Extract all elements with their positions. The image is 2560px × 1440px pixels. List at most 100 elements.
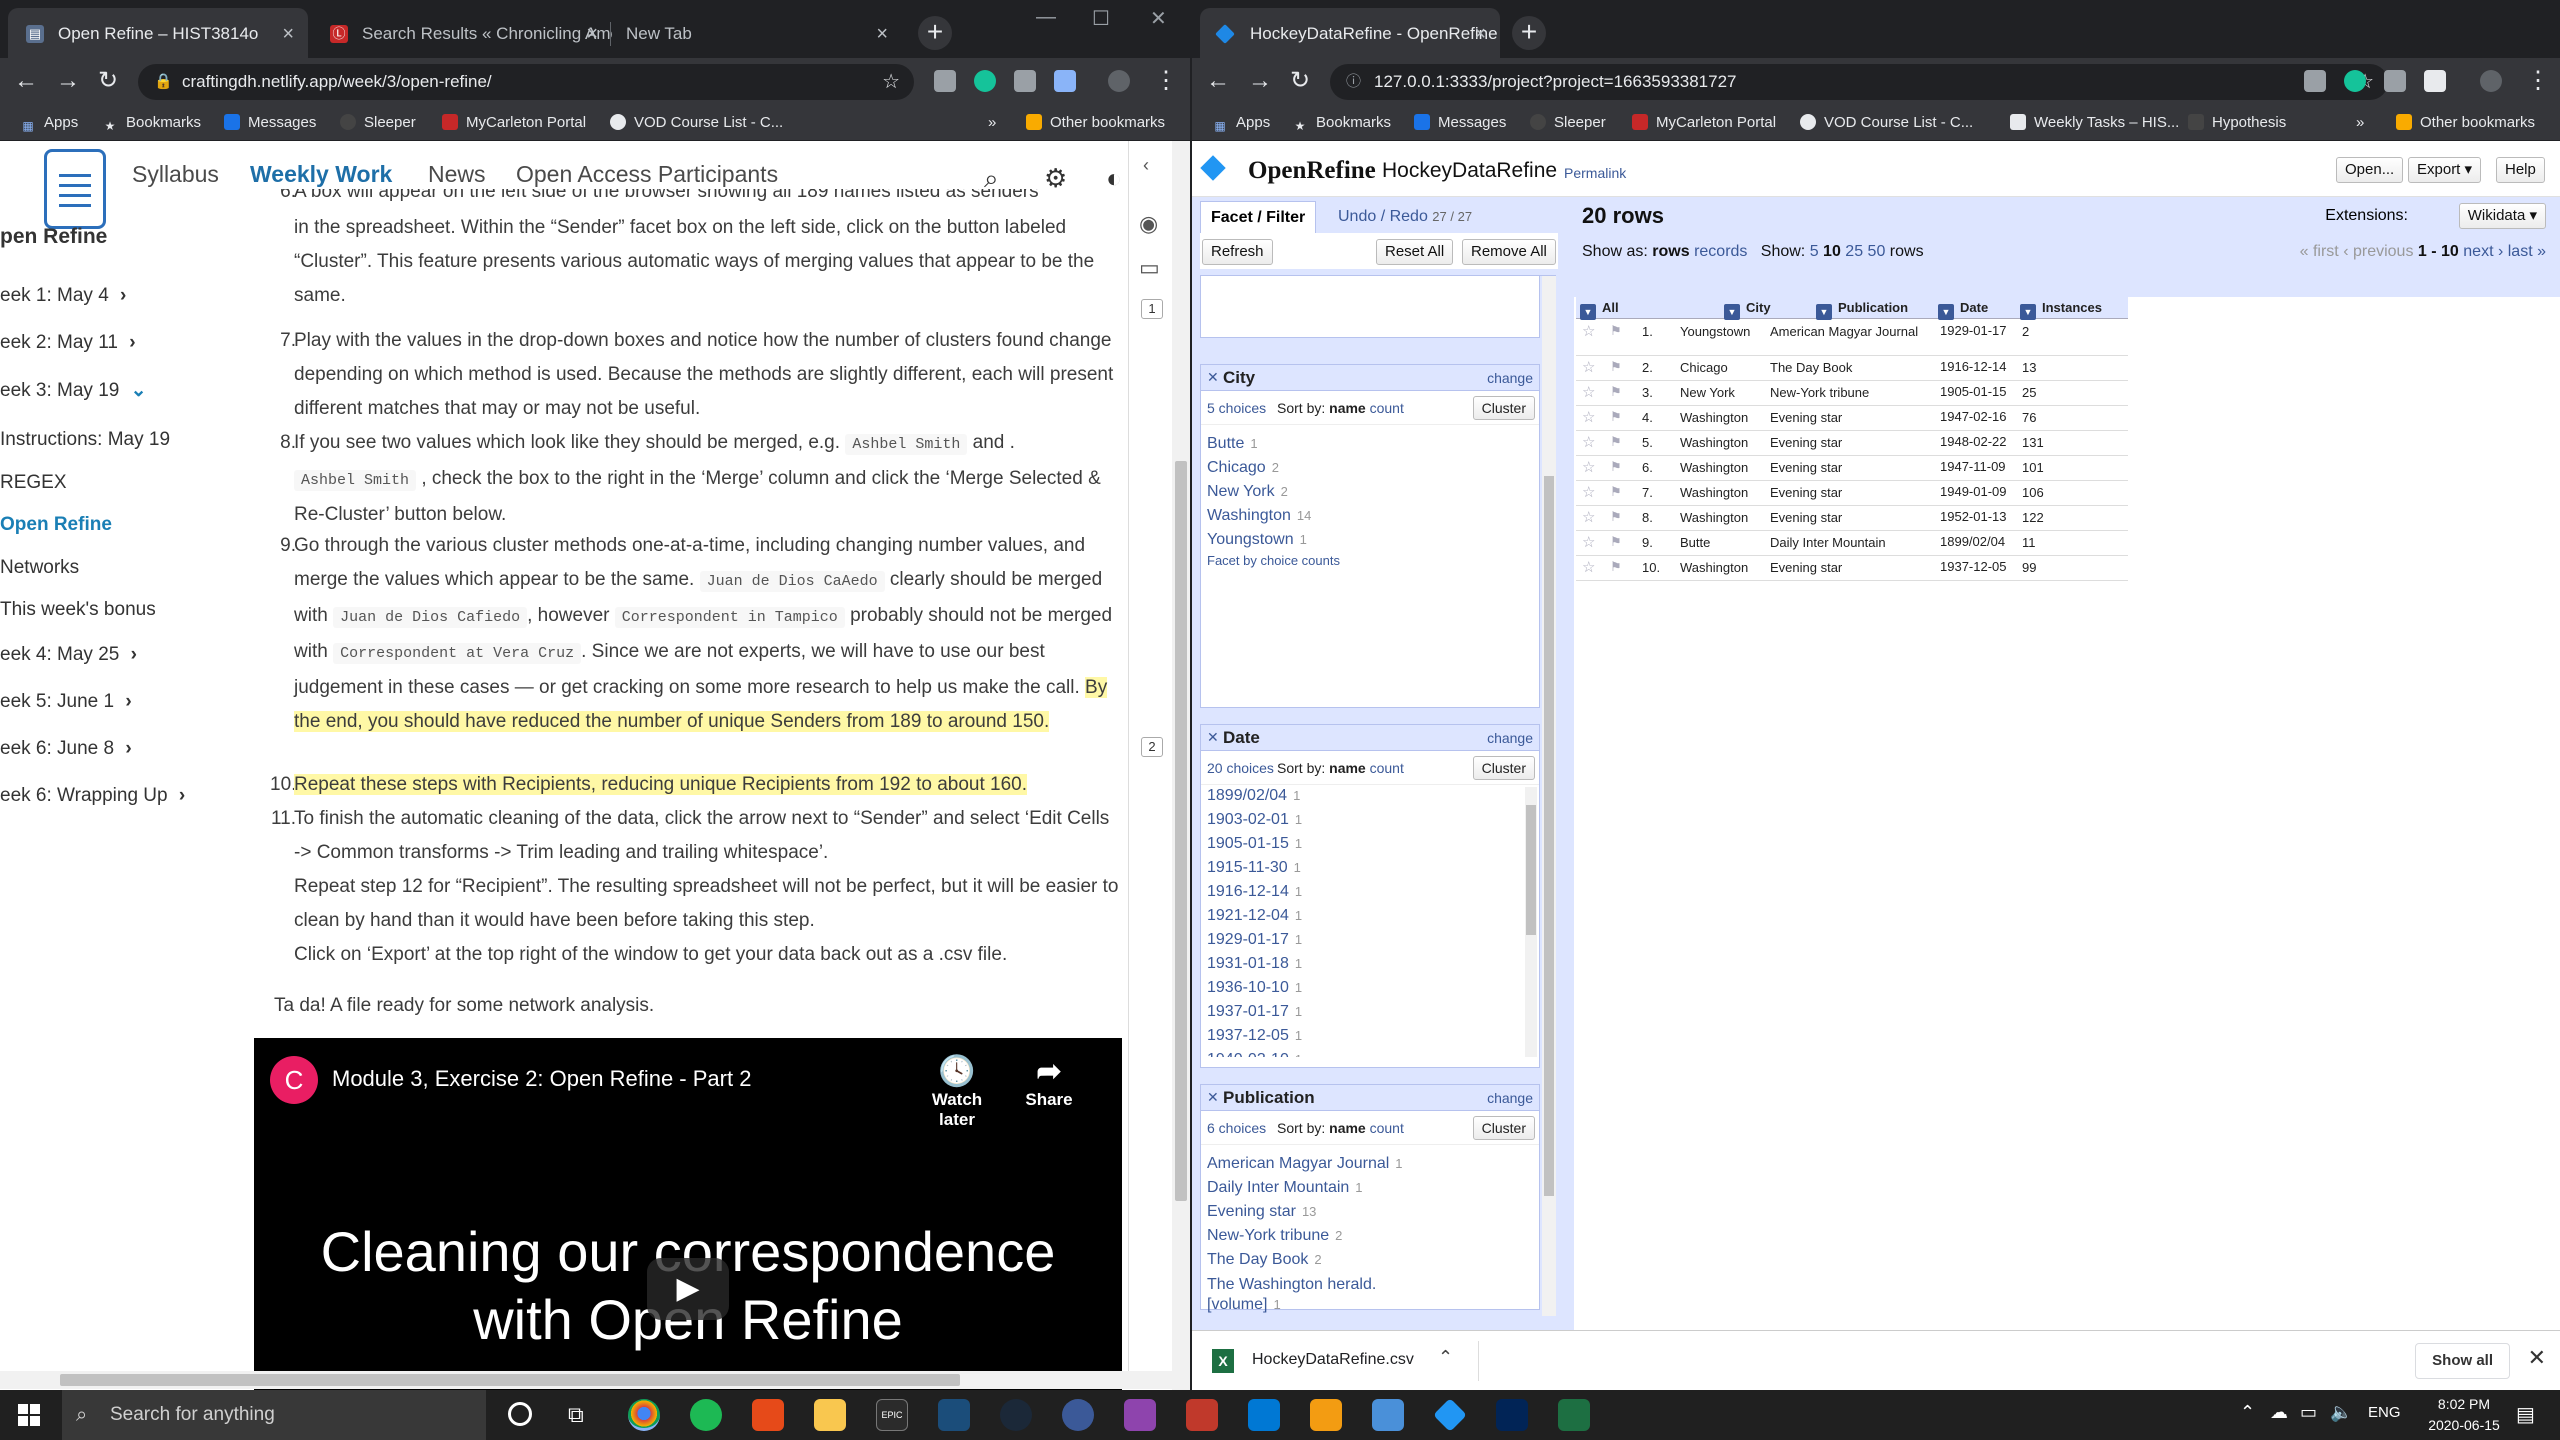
sort-by-count[interactable]: count bbox=[1370, 760, 1404, 776]
nav-open-access[interactable]: Open Access Participants bbox=[516, 161, 778, 188]
remove-facet-icon[interactable]: ✕ bbox=[1207, 1089, 1219, 1106]
star-row-icon[interactable]: ☆ bbox=[1582, 433, 1595, 451]
sidebar-item-open-refine[interactable]: Open Refine bbox=[0, 514, 112, 536]
wikidata-menu-button[interactable]: Wikidata ▾ bbox=[2458, 203, 2546, 229]
tab-open-refine[interactable]: ▤ Open Refine – HIST3814o × bbox=[8, 8, 308, 58]
flag-row-icon[interactable]: ⚑ bbox=[1610, 323, 1622, 339]
sidebar-item-week2[interactable]: eek 2: May 11 bbox=[0, 332, 136, 354]
star-row-icon[interactable]: ☆ bbox=[1582, 458, 1595, 476]
star-row-icon[interactable]: ☆ bbox=[1582, 508, 1595, 526]
chevron-up-icon[interactable]: ⌃ bbox=[1438, 1347, 1453, 1368]
minimize-icon[interactable]: — bbox=[1036, 6, 1056, 29]
star-row-icon[interactable]: ☆ bbox=[1582, 483, 1595, 501]
table-cell[interactable]: Evening star bbox=[1770, 410, 1936, 425]
show-all-button[interactable]: Show all bbox=[2415, 1343, 2510, 1379]
sort-by-name[interactable]: name bbox=[1329, 400, 1366, 416]
bookmark-weekly-tasks[interactable]: Weekly Tasks – HIS... bbox=[2010, 105, 2179, 141]
back-icon[interactable]: ← bbox=[10, 66, 42, 98]
page-size-10[interactable]: 10 bbox=[1823, 243, 1841, 260]
column-header[interactable]: ▼ Instances bbox=[2020, 300, 2102, 320]
reload-icon[interactable]: ↻ bbox=[92, 66, 124, 98]
sidebar-item-week1[interactable]: eek 1: May 4 bbox=[0, 285, 126, 307]
close-icon[interactable]: ✕ bbox=[2528, 1345, 2546, 1371]
annotation-count-badge[interactable]: 1 bbox=[1141, 299, 1163, 319]
table-cell[interactable]: Chicago bbox=[1680, 360, 1766, 375]
last-page-link[interactable]: last » bbox=[2508, 243, 2546, 260]
table-row[interactable]: ☆ ⚑ 7. Washington Evening star 1949-01-09 106 bbox=[1576, 481, 2128, 506]
taskbar-search[interactable]: ⌕ Search for anything bbox=[62, 1390, 486, 1440]
table-row[interactable]: ☆ ⚑ 8. Washington Evening star 1952-01-13 122 bbox=[1576, 506, 2128, 531]
table-cell[interactable]: Washington bbox=[1680, 510, 1766, 525]
table-row[interactable]: ☆ ⚑ 1. Youngstown American Magyar Journal 192… bbox=[1576, 320, 2128, 356]
table-cell[interactable]: 1929-01-17 bbox=[1940, 324, 2018, 338]
scrollbar-thumb[interactable] bbox=[1526, 805, 1536, 935]
table-cell[interactable]: 122 bbox=[2022, 510, 2122, 525]
facet-choice[interactable]: 1899/02/04 1 bbox=[1207, 787, 1300, 805]
scrollbar-thumb[interactable] bbox=[1544, 476, 1554, 1196]
sidebar-item-week3[interactable]: eek 3: May 19 bbox=[0, 379, 147, 402]
mail-icon[interactable] bbox=[1248, 1399, 1280, 1431]
powershell-icon[interactable] bbox=[1496, 1399, 1528, 1431]
bookmark-bookmarks[interactable]: ★ Bookmarks bbox=[1292, 105, 1391, 141]
export-button[interactable]: Export ▾ bbox=[2408, 157, 2482, 183]
flag-row-icon[interactable]: ⚑ bbox=[1610, 384, 1622, 400]
file-explorer-icon[interactable] bbox=[814, 1399, 846, 1431]
show-as-records[interactable]: records bbox=[1694, 243, 1747, 260]
table-cell[interactable]: 76 bbox=[2022, 410, 2122, 425]
change-link[interactable]: change bbox=[1487, 730, 1533, 746]
brand[interactable]: OpenRefine bbox=[1248, 157, 1376, 185]
facet-choice[interactable]: 1929-01-17 1 bbox=[1207, 931, 1302, 949]
facet-choice[interactable]: New York 2 bbox=[1207, 483, 1288, 501]
facet-choice[interactable]: The Day Book 2 bbox=[1207, 1251, 1322, 1269]
tab-facet-filter[interactable]: Facet / Filter bbox=[1200, 201, 1317, 233]
grammarly-icon[interactable] bbox=[974, 70, 996, 92]
watch-later-button[interactable]: 🕓 Watch later bbox=[912, 1054, 1002, 1130]
video-title[interactable]: Module 3, Exercise 2: Open Refine - Part… bbox=[332, 1066, 751, 1092]
change-link[interactable]: change bbox=[1487, 1090, 1533, 1106]
profile-avatar[interactable] bbox=[1108, 70, 1130, 92]
volume-icon[interactable]: 🔈 bbox=[2330, 1402, 2352, 1423]
facet-choice[interactable]: 1903-02-01 1 bbox=[1207, 811, 1302, 829]
new-tab-button[interactable]: + bbox=[1512, 16, 1546, 50]
network-icon[interactable]: ▭ bbox=[2300, 1402, 2317, 1423]
bookmark-other[interactable]: Other bookmarks bbox=[1026, 105, 1165, 141]
nav-syllabus[interactable]: Syllabus bbox=[132, 161, 219, 188]
star-row-icon[interactable]: ☆ bbox=[1582, 358, 1595, 376]
reload-icon[interactable]: ↻ bbox=[1284, 66, 1316, 98]
tab-openrefine[interactable]: HockeyDataRefine - OpenRefine × bbox=[1200, 8, 1500, 58]
sidebar-item-networks[interactable]: Networks bbox=[0, 557, 79, 579]
facet-choice[interactable]: 1940-03-101 bbox=[1207, 1051, 1302, 1057]
app-icon[interactable] bbox=[1124, 1399, 1156, 1431]
sidebar-item-bonus[interactable]: This week's bonus bbox=[0, 599, 156, 621]
bookmark-sleeper[interactable]: Sleeper bbox=[1530, 105, 1606, 141]
column-menu-icon[interactable]: ▼ bbox=[1724, 304, 1740, 320]
page-size-50[interactable]: 50 bbox=[1868, 243, 1886, 260]
channel-avatar[interactable]: C bbox=[270, 1056, 318, 1104]
facet-choice[interactable]: New-York tribune 2 bbox=[1207, 1227, 1342, 1245]
table-cell[interactable]: Washington bbox=[1680, 485, 1766, 500]
project-name[interactable]: HockeyDataRefine bbox=[1382, 159, 1557, 183]
epic-games-icon[interactable]: EPIC bbox=[876, 1399, 908, 1431]
app-icon[interactable] bbox=[938, 1399, 970, 1431]
table-cell[interactable]: 25 bbox=[2022, 385, 2122, 400]
sidebar-item-instructions[interactable]: Instructions: May 19 bbox=[0, 429, 170, 451]
facet-choice[interactable]: 1936-10-10 1 bbox=[1207, 979, 1302, 997]
chrome-taskbar-icon[interactable] bbox=[628, 1399, 660, 1431]
facet-choice[interactable]: 1905-01-15 1 bbox=[1207, 835, 1302, 853]
bookmark-mycarleton[interactable]: MyCarleton Portal bbox=[1632, 105, 1776, 141]
table-cell[interactable]: Daily Inter Mountain bbox=[1770, 535, 1936, 550]
bookmarks-overflow[interactable]: » bbox=[2356, 105, 2364, 141]
share-button[interactable]: ➦ Share bbox=[1004, 1054, 1094, 1110]
cluster-button[interactable]: Cluster bbox=[1472, 396, 1535, 420]
table-cell[interactable]: Evening star bbox=[1770, 485, 1936, 500]
star-row-icon[interactable]: ☆ bbox=[1582, 408, 1595, 426]
reset-all-button[interactable]: Reset All bbox=[1376, 239, 1454, 265]
bookmark-apps[interactable]: ▦ Apps bbox=[20, 105, 78, 141]
remove-facet-icon[interactable]: ✕ bbox=[1207, 729, 1219, 746]
remove-all-button[interactable]: Remove All bbox=[1462, 239, 1556, 265]
table-cell[interactable]: Youngstown bbox=[1680, 324, 1766, 339]
menu-icon[interactable]: ⋮ bbox=[2522, 66, 2554, 98]
spotify-icon[interactable] bbox=[690, 1399, 722, 1431]
clock[interactable]: 8:02 PM 2020-06-15 bbox=[2424, 1394, 2504, 1436]
close-tab-icon[interactable]: × bbox=[282, 8, 294, 58]
